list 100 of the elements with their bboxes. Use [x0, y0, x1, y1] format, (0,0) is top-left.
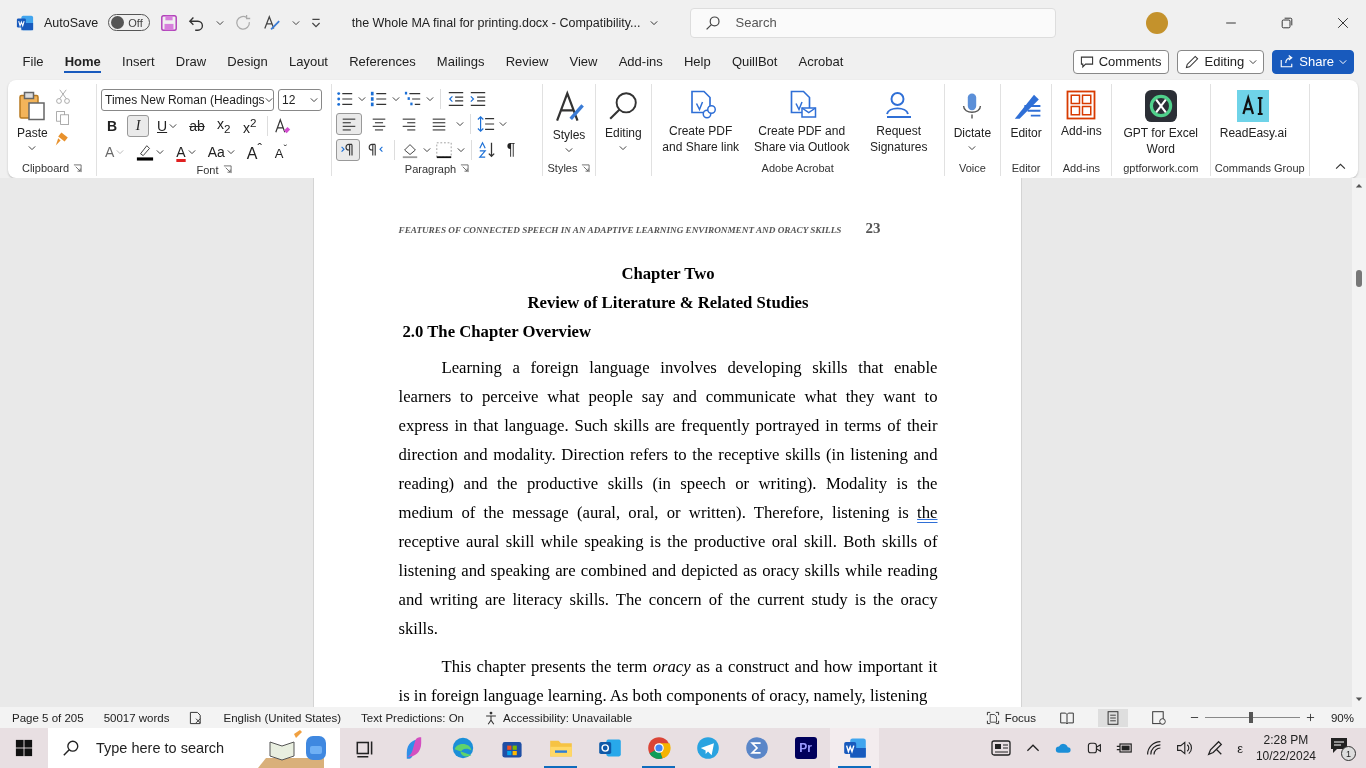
premiere-app-icon[interactable]: Pr [794, 737, 817, 759]
menu-tab[interactable]: Layout [278, 48, 339, 75]
vertical-scrollbar[interactable] [1352, 178, 1366, 707]
text-predictions-status[interactable]: Text Predictions: On [361, 711, 464, 724]
left-to-right-button[interactable] [336, 139, 360, 161]
scroll-up-icon [1355, 182, 1363, 190]
menu-tab[interactable]: Draw [165, 48, 217, 75]
menu-tab[interactable]: Help [673, 48, 722, 75]
word-app-icon [16, 13, 34, 32]
menu-tab[interactable]: Add-ins [608, 48, 674, 75]
accessibility-status[interactable]: Accessibility: Unavailable [503, 711, 633, 724]
ribbon-button[interactable]: GPT for Excel Word [1115, 88, 1206, 160]
ribbon-button[interactable]: Create PDF and Share via Outlook [747, 88, 856, 160]
focus-icon [985, 710, 1000, 725]
numbered-list-icon [370, 90, 388, 108]
page-count[interactable]: Page 5 of 205 [12, 711, 84, 724]
grow-font-button[interactable]: A$^{ˆ}$ [242, 141, 266, 163]
menu-tab[interactable]: File [12, 48, 55, 75]
chevron-down-icon [116, 148, 125, 156]
group-label: Editor [1011, 162, 1041, 174]
word-count[interactable]: 50017 words [103, 711, 170, 724]
focus-button[interactable]: Focus [985, 710, 1036, 725]
search-box[interactable]: Search [690, 7, 1057, 38]
menu-tab[interactable]: Review [495, 48, 559, 75]
taskbar-search-field[interactable]: Type here to search [94, 739, 268, 757]
clock[interactable]: 2:28 PM 10/22/2024 [1255, 732, 1316, 764]
font-size-field[interactable]: 12 [278, 89, 322, 111]
ribbon-button[interactable]: Styles [547, 88, 591, 160]
heading: Review of Literature & Related Studies [526, 292, 810, 314]
align-left-button[interactable] [336, 113, 362, 135]
menu-tab[interactable]: Acrobat [788, 48, 854, 75]
chevron-down-icon [457, 146, 465, 154]
shrink-font-button[interactable]: A$^{ˇ}$ [269, 141, 292, 163]
show-formatting-button[interactable]: ¶ [500, 139, 522, 161]
menu-tab[interactable]: References [338, 48, 427, 75]
subscript-button[interactable]: x$_{2}$ [212, 115, 235, 137]
magnifier-icon [607, 90, 640, 122]
sort-icon [478, 141, 496, 159]
search-field[interactable]: Search [733, 14, 1038, 31]
group-label: Commands Group [1214, 162, 1305, 174]
ribbon-button[interactable]: Create PDF and Share link [655, 88, 746, 160]
chevron-down-icon [565, 146, 573, 154]
ribbon-button[interactable]: Editor [1005, 88, 1048, 160]
redo-icon [233, 13, 252, 32]
share-icon [1279, 54, 1295, 69]
menu-tab[interactable]: Insert [111, 48, 166, 75]
font-name-field[interactable]: Times New Roman (Headings [101, 89, 274, 111]
camera-icon [1086, 740, 1103, 756]
superscript-button[interactable]: x$^{2}$ [238, 115, 261, 137]
knot-app-icon [1144, 90, 1177, 122]
chevron-down-icon [310, 96, 318, 104]
print-view-button[interactable] [1097, 708, 1128, 727]
chevron-down-icon [264, 96, 273, 104]
ribbon-button[interactable]: Add-ins [1056, 88, 1107, 160]
share-button[interactable]: Share [1272, 49, 1354, 74]
wifi-icon [1146, 740, 1163, 756]
zoom-in-icon [1305, 713, 1315, 722]
ribbon-button[interactable]: Request Signatures [857, 88, 940, 160]
battery-icon [1115, 740, 1134, 756]
taskbar-app[interactable]: Pr [781, 728, 830, 768]
scroll-thumb[interactable] [1356, 270, 1362, 287]
taskbar-search-box[interactable]: Type here to search [48, 728, 340, 768]
editing-mode-button[interactable]: Editing [1176, 49, 1265, 74]
language-status[interactable]: English (United States) [223, 711, 342, 724]
proofing-icon [189, 710, 204, 725]
menu-tab[interactable]: View [558, 48, 609, 75]
font-color-button[interactable]: A [172, 141, 200, 163]
ribbon-button[interactable]: Dictate [948, 88, 997, 160]
paste-button[interactable]: Paste [12, 88, 53, 160]
taskbar-app[interactable] [830, 728, 879, 768]
ribbon-button[interactable]: Editing [600, 88, 647, 160]
underline-button[interactable]: U [153, 115, 182, 137]
italic-button[interactable]: I [127, 115, 149, 137]
notifications-button[interactable]: 1 [1329, 735, 1356, 761]
chevron-down-icon [423, 146, 431, 154]
group-label: Font [196, 163, 219, 176]
change-case-button[interactable]: Aa [203, 141, 239, 163]
multilevel-list-icon [404, 90, 422, 108]
restore-icon [1281, 16, 1293, 29]
chevron-down-icon [619, 144, 628, 152]
menu-tab[interactable]: Home [54, 48, 112, 75]
group-label: Adobe Acrobat [761, 162, 834, 174]
strike-button[interactable]: ab [185, 115, 209, 137]
chevron-down-icon [291, 18, 300, 27]
menu-tab[interactable]: QuillBot [721, 48, 788, 75]
menu-tab[interactable]: Design [216, 48, 279, 75]
bold-button[interactable]: B [101, 115, 123, 137]
spelling-icon [261, 13, 282, 32]
clear-formatting-icon [273, 117, 292, 135]
dialog-launcher-icon [460, 164, 470, 173]
readeasy-app-icon [1237, 90, 1270, 122]
paragraph: This chapter presents the term oracy as a construct and how important it is in foreign language learning. As both components of oracy, namely, listening [398, 656, 938, 707]
increase-indent-icon [469, 90, 487, 108]
ribbon-button[interactable]: ReadEasy.ai [1214, 88, 1292, 160]
chevron-down-icon [1339, 57, 1347, 66]
menu-tab[interactable]: Mailings [426, 48, 496, 75]
comments-button[interactable]: Comments [1072, 49, 1169, 74]
zoom-percent[interactable]: 90% [1330, 711, 1354, 724]
chevron-down-icon [392, 95, 400, 103]
input-language[interactable]: ε [1237, 740, 1243, 756]
